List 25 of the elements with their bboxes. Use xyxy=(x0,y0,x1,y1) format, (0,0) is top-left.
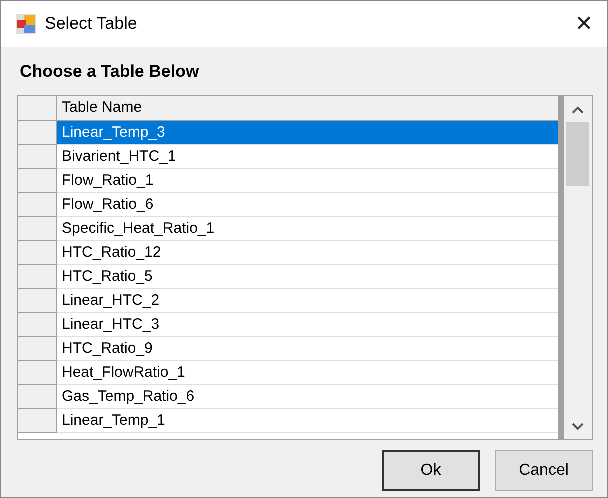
row-header[interactable] xyxy=(18,289,57,313)
row-header[interactable] xyxy=(18,217,57,241)
scroll-thumb[interactable] xyxy=(566,122,589,186)
dialog-button[interactable]: Cancel xyxy=(495,450,593,491)
row-header[interactable] xyxy=(18,409,57,433)
row-header[interactable] xyxy=(18,313,57,337)
scroll-up-icon[interactable] xyxy=(572,106,584,114)
row-header[interactable] xyxy=(18,121,57,145)
window-title: Select Table xyxy=(45,14,138,34)
row-header[interactable] xyxy=(18,241,57,265)
column-header[interactable]: Table Name xyxy=(57,96,558,121)
row-header[interactable] xyxy=(18,193,57,217)
scroll-down-icon[interactable] xyxy=(572,423,584,431)
row-header[interactable] xyxy=(18,361,57,385)
row-header[interactable] xyxy=(18,145,57,169)
table-cell[interactable]: Linear_Temp_3 xyxy=(57,121,558,145)
row-header[interactable] xyxy=(18,265,57,289)
app-icon xyxy=(16,14,36,34)
row-header[interactable] xyxy=(18,169,57,193)
row-header[interactable] xyxy=(18,337,57,361)
row-header[interactable] xyxy=(18,96,57,121)
dialog-button[interactable]: Ok xyxy=(382,450,480,491)
row-header[interactable] xyxy=(18,385,57,409)
close-button[interactable]: ✕ xyxy=(575,13,593,35)
dialog-heading: Choose a Table Below xyxy=(20,61,200,83)
